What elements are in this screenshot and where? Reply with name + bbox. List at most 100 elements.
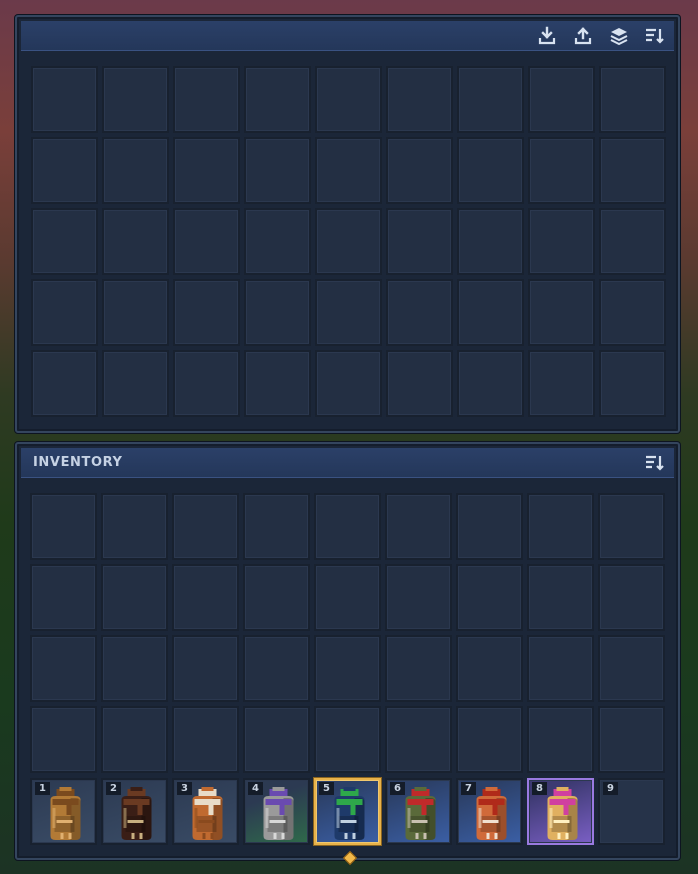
container-slot[interactable] — [173, 279, 240, 346]
inventory-slot[interactable] — [243, 635, 310, 702]
container-slot[interactable] — [102, 208, 169, 275]
inventory-slot[interactable] — [243, 564, 310, 631]
hotbar-slot-number: 9 — [603, 782, 618, 795]
hotbar-slot-number: 7 — [461, 782, 476, 795]
inventory-slot[interactable] — [527, 493, 594, 560]
inventory-slot[interactable] — [598, 493, 665, 560]
inventory-slot[interactable] — [456, 493, 523, 560]
container-slot[interactable] — [31, 279, 98, 346]
container-slot[interactable] — [528, 208, 595, 275]
inventory-slot[interactable] — [456, 706, 523, 773]
inventory-slot[interactable] — [314, 564, 381, 631]
container-slot[interactable] — [599, 279, 666, 346]
container-slot[interactable] — [102, 66, 169, 133]
inventory-sort-button[interactable] — [640, 451, 670, 475]
container-slot[interactable] — [457, 208, 524, 275]
inventory-slot[interactable] — [101, 706, 168, 773]
container-slot[interactable] — [386, 66, 453, 133]
inventory-slot[interactable] — [30, 635, 97, 702]
hotbar-slot-9[interactable]: 9 — [598, 778, 665, 845]
container-slot[interactable] — [457, 66, 524, 133]
container-slot[interactable] — [528, 350, 595, 417]
container-slot[interactable] — [599, 66, 666, 133]
hotbar-slot-number: 1 — [35, 782, 50, 795]
container-slot[interactable] — [244, 208, 311, 275]
container-slot[interactable] — [244, 279, 311, 346]
container-slot[interactable] — [599, 350, 666, 417]
container-slot[interactable] — [31, 208, 98, 275]
container-slot[interactable] — [599, 208, 666, 275]
inventory-slot[interactable] — [30, 493, 97, 560]
container-slot[interactable] — [315, 66, 382, 133]
hotbar-slot-number: 6 — [390, 782, 405, 795]
container-slot[interactable] — [528, 137, 595, 204]
container-slot[interactable] — [173, 137, 240, 204]
container-slot[interactable] — [173, 350, 240, 417]
container-slot[interactable] — [457, 350, 524, 417]
hotbar-slot-8[interactable]: 8 — [527, 778, 594, 845]
hotbar-slot-1[interactable]: 1 — [30, 778, 97, 845]
hotbar-slot-7[interactable]: 7 — [456, 778, 523, 845]
take-all-button[interactable] — [568, 24, 598, 48]
container-slot[interactable] — [386, 350, 453, 417]
sort-button[interactable] — [640, 24, 670, 48]
container-slot[interactable] — [386, 208, 453, 275]
hotbar-slot-3[interactable]: 3 — [172, 778, 239, 845]
container-slot[interactable] — [315, 350, 382, 417]
container-slot[interactable] — [244, 137, 311, 204]
deposit-button[interactable] — [532, 24, 562, 48]
inventory-slot[interactable] — [243, 493, 310, 560]
hotbar-slot-4[interactable]: 4 — [243, 778, 310, 845]
inventory-slot[interactable] — [314, 635, 381, 702]
hotbar-slot-5[interactable]: 5 — [314, 778, 381, 845]
container-slot[interactable] — [102, 137, 169, 204]
inventory-slot[interactable] — [243, 706, 310, 773]
inventory-slot[interactable] — [172, 706, 239, 773]
hotbar-slot-2[interactable]: 2 — [101, 778, 168, 845]
container-slot[interactable] — [31, 350, 98, 417]
inventory-slot[interactable] — [385, 564, 452, 631]
inventory-slot[interactable] — [527, 635, 594, 702]
inventory-slot[interactable] — [172, 493, 239, 560]
container-slot[interactable] — [315, 208, 382, 275]
container-slot[interactable] — [457, 137, 524, 204]
container-slot[interactable] — [386, 137, 453, 204]
container-slot[interactable] — [386, 279, 453, 346]
container-slot[interactable] — [528, 66, 595, 133]
container-slot[interactable] — [31, 137, 98, 204]
container-slot[interactable] — [599, 137, 666, 204]
container-slot[interactable] — [173, 66, 240, 133]
inventory-header: INVENTORY — [21, 448, 674, 478]
inventory-slot[interactable] — [385, 493, 452, 560]
inventory-slot[interactable] — [527, 564, 594, 631]
inventory-slot[interactable] — [172, 564, 239, 631]
inventory-slot[interactable] — [598, 564, 665, 631]
container-slot[interactable] — [315, 279, 382, 346]
inventory-slot[interactable] — [314, 706, 381, 773]
inventory-slot[interactable] — [172, 635, 239, 702]
inventory-slot[interactable] — [30, 564, 97, 631]
inventory-slot[interactable] — [314, 493, 381, 560]
inventory-slot[interactable] — [598, 635, 665, 702]
container-slot[interactable] — [244, 350, 311, 417]
container-slot[interactable] — [173, 208, 240, 275]
inventory-slot[interactable] — [101, 564, 168, 631]
inventory-slot[interactable] — [598, 706, 665, 773]
container-slot[interactable] — [315, 137, 382, 204]
stack-button[interactable] — [604, 24, 634, 48]
inventory-slot[interactable] — [385, 635, 452, 702]
container-slot[interactable] — [31, 66, 98, 133]
container-slot[interactable] — [244, 66, 311, 133]
inventory-slot[interactable] — [101, 493, 168, 560]
inventory-slot[interactable] — [527, 706, 594, 773]
inventory-slot[interactable] — [456, 635, 523, 702]
inventory-slot[interactable] — [30, 706, 97, 773]
inventory-slot[interactable] — [385, 706, 452, 773]
container-slot[interactable] — [102, 350, 169, 417]
hotbar-slot-6[interactable]: 6 — [385, 778, 452, 845]
inventory-slot[interactable] — [456, 564, 523, 631]
container-slot[interactable] — [528, 279, 595, 346]
inventory-slot[interactable] — [101, 635, 168, 702]
container-slot[interactable] — [102, 279, 169, 346]
container-slot[interactable] — [457, 279, 524, 346]
